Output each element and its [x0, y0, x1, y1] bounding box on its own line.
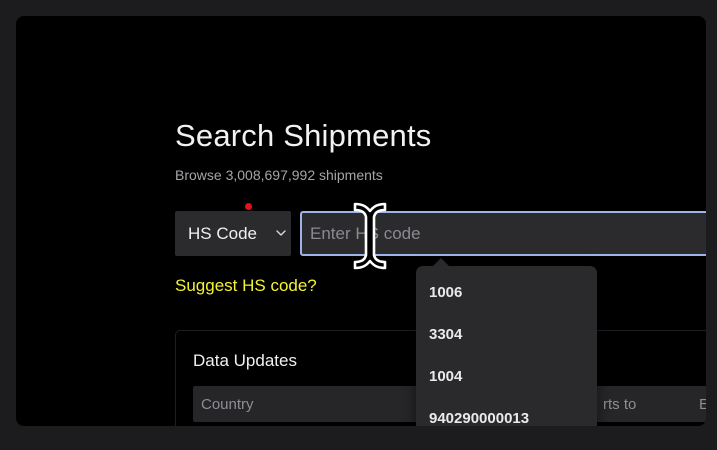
column-header-exports-to: rts to — [603, 396, 637, 413]
page-title: Search Shipments — [175, 118, 432, 153]
data-updates-title: Data Updates — [193, 351, 297, 370]
search-type-select[interactable]: HS Code — [175, 211, 291, 256]
shipment-count-subtitle: Browse 3,008,697,992 shipments — [175, 167, 383, 183]
column-header-country: Country — [201, 396, 254, 413]
search-type-selected: HS Code — [188, 223, 257, 243]
dropdown-pointer — [432, 258, 450, 267]
suggest-hs-code-link[interactable]: Suggest HS code? — [175, 276, 317, 296]
text-cursor-icon — [353, 202, 387, 270]
hs-code-suggestions-dropdown: 1006 3304 1004 940290000013 — [416, 258, 597, 426]
chevron-down-icon — [276, 230, 286, 236]
notification-dot — [245, 203, 252, 210]
column-header-extra: E — [699, 396, 706, 413]
suggestion-item[interactable]: 3304 — [429, 326, 462, 343]
suggestion-item[interactable]: 1004 — [429, 368, 462, 385]
app-frame: Search Shipments Browse 3,008,697,992 sh… — [16, 16, 706, 426]
suggestion-item[interactable]: 1006 — [429, 284, 462, 301]
suggestion-item[interactable]: 940290000013 — [429, 410, 529, 426]
